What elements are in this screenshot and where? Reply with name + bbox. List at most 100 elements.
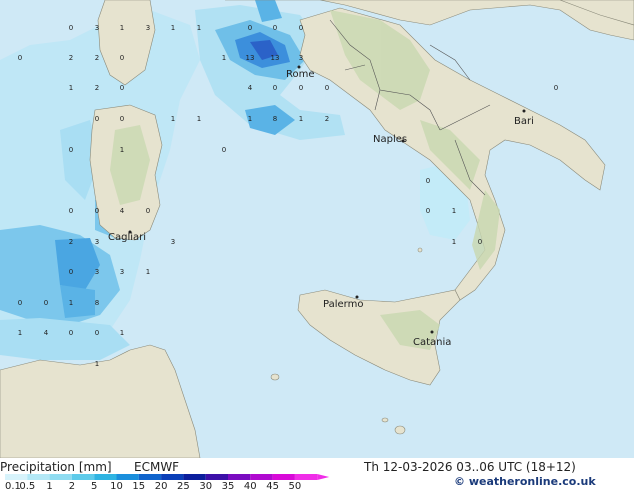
footer-credit: © weatheronline.co.uk bbox=[454, 475, 596, 488]
precip-value: 0 bbox=[69, 329, 73, 337]
city-label-rome: Rome bbox=[286, 69, 315, 80]
city-dot-bari bbox=[522, 109, 526, 113]
footer-title: Precipitation [mm] bbox=[0, 460, 112, 474]
precip-value: 1 bbox=[95, 360, 99, 368]
color-scale: 0.10.5 1 2 5 10 15 20 25 30 35 40 45 50 bbox=[5, 474, 330, 492]
scale-swatch bbox=[27, 474, 50, 480]
precip-value: 1 bbox=[171, 24, 175, 32]
city-dot-catania bbox=[430, 330, 434, 334]
precip-value: 1 bbox=[146, 268, 150, 276]
precip-value: 3 bbox=[95, 24, 99, 32]
precip-value: 0 bbox=[69, 207, 73, 215]
scale-swatch bbox=[272, 474, 295, 480]
scale-label: 1 bbox=[46, 481, 52, 490]
precip-value: 1 bbox=[18, 329, 22, 337]
precip-value: 8 bbox=[273, 115, 277, 123]
precip-value: 1 bbox=[120, 24, 124, 32]
scale-label: 40 bbox=[244, 481, 257, 490]
scale-label: 45 bbox=[266, 481, 279, 490]
precip-value: 0 bbox=[146, 207, 150, 215]
scale-swatch bbox=[250, 474, 273, 480]
precip-value: 8 bbox=[95, 299, 99, 307]
scale-swatch bbox=[183, 474, 206, 480]
precip-value: 3 bbox=[95, 268, 99, 276]
city-label-palermo: Palermo bbox=[323, 299, 363, 310]
precip-value: 2 bbox=[325, 115, 329, 123]
precip-value: 2 bbox=[69, 238, 73, 246]
precip-value: 0 bbox=[95, 115, 99, 123]
scale-label: 2 bbox=[69, 481, 75, 490]
precip-value: 0 bbox=[426, 177, 430, 185]
precip-value: 0 bbox=[120, 54, 124, 62]
precip-value: 3 bbox=[146, 24, 150, 32]
precip-value: 0 bbox=[69, 268, 73, 276]
legend-svg: Precipitation [mm] ECMWF Th 12-03-2026 0… bbox=[0, 460, 596, 492]
city-label-cagliari: Cagliari bbox=[108, 232, 146, 243]
precip-value: 1 bbox=[452, 238, 456, 246]
scale-swatch bbox=[228, 474, 251, 480]
precip-value: 2 bbox=[95, 84, 99, 92]
scale-label: 0.5 bbox=[19, 481, 35, 490]
scale-label: 20 bbox=[155, 481, 168, 490]
precip-value: 0 bbox=[554, 84, 558, 92]
precip-value: 0 bbox=[273, 84, 277, 92]
scale-arrow bbox=[317, 474, 330, 480]
precip-value: 1 bbox=[197, 115, 201, 123]
precip-value: 0 bbox=[69, 146, 73, 154]
scale-label: 10 bbox=[110, 481, 123, 490]
scale-label: 5 bbox=[91, 481, 97, 490]
scale-swatch bbox=[116, 474, 139, 480]
precip-value: 0 bbox=[426, 207, 430, 215]
precip-value: 1 bbox=[197, 24, 201, 32]
precip-value: 0 bbox=[44, 299, 48, 307]
precip-value: 0 bbox=[273, 24, 277, 32]
precip-value: 0 bbox=[325, 84, 329, 92]
precip-value: 0 bbox=[120, 115, 124, 123]
precip-value: 1 bbox=[69, 299, 73, 307]
scale-swatch bbox=[71, 474, 95, 480]
precip-value: 0 bbox=[95, 207, 99, 215]
precip-value: 3 bbox=[95, 238, 99, 246]
precip-value: 1 bbox=[171, 115, 175, 123]
scale-swatch bbox=[294, 474, 318, 480]
precip-value: 1 bbox=[299, 115, 303, 123]
precip-value: 1 bbox=[222, 54, 226, 62]
city-label-bari: Bari bbox=[514, 116, 534, 127]
precip-value: 0 bbox=[222, 146, 226, 154]
scale-swatch bbox=[161, 474, 184, 480]
precip-value: 0 bbox=[248, 24, 252, 32]
scale-label: 30 bbox=[199, 481, 212, 490]
precip-value: 0 bbox=[18, 54, 22, 62]
scale-swatch bbox=[94, 474, 117, 480]
precip-value: 1 bbox=[452, 207, 456, 215]
footer-datetime: Th 12-03-2026 03..06 UTC (18+12) bbox=[363, 460, 576, 474]
city-label-catania: Catania bbox=[413, 337, 451, 348]
scale-label: 35 bbox=[222, 481, 235, 490]
scale-label: 15 bbox=[132, 481, 145, 490]
scale-swatch bbox=[205, 474, 228, 480]
precip-value: 0 bbox=[95, 329, 99, 337]
precip-value: 13 bbox=[271, 54, 280, 62]
precip-value: 4 bbox=[248, 84, 253, 92]
legend-footer: Precipitation [mm] ECMWF Th 12-03-2026 0… bbox=[0, 458, 634, 492]
precip-value: 3 bbox=[171, 238, 175, 246]
precip-value: 0 bbox=[18, 299, 22, 307]
precipitation-map: 0 3 1 3 1 1 0 0 0 1 13 13 3 2 2 0 1 2 0 … bbox=[0, 0, 634, 458]
precip-value: 1 bbox=[120, 329, 124, 337]
scale-swatch bbox=[138, 474, 162, 480]
precip-value: 2 bbox=[69, 54, 73, 62]
precip-value: 0 bbox=[299, 84, 303, 92]
precip-value: 2 bbox=[95, 54, 99, 62]
precip-value: 4 bbox=[44, 329, 49, 337]
precip-value: 13 bbox=[246, 54, 255, 62]
precip-value: 0 bbox=[478, 238, 482, 246]
precip-value: 3 bbox=[120, 268, 124, 276]
city-label-naples: Naples bbox=[373, 134, 407, 145]
precip-value: 3 bbox=[299, 54, 303, 62]
scale-label: 25 bbox=[177, 481, 190, 490]
footer-model: ECMWF bbox=[134, 460, 179, 474]
scale-swatch bbox=[49, 474, 72, 480]
precip-value: 4 bbox=[120, 207, 125, 215]
precip-value: 1 bbox=[248, 115, 252, 123]
scale-swatch bbox=[5, 474, 28, 480]
